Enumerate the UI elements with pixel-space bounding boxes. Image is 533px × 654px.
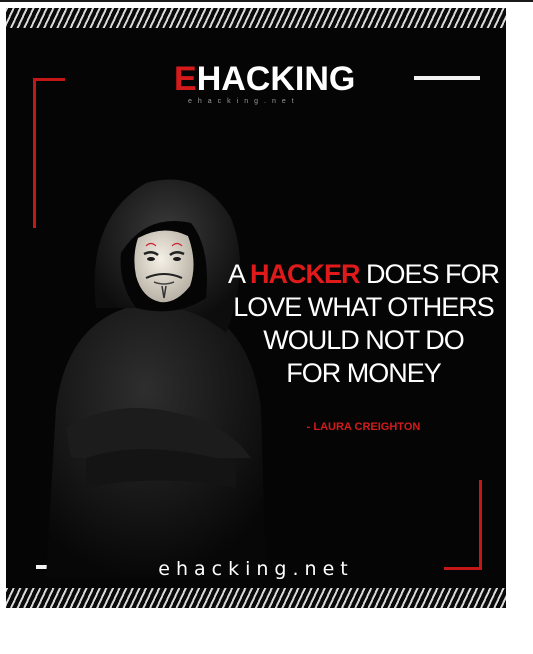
logo-wordmark: EHACKING — [174, 60, 355, 99]
quote-line-3: WOULD NOT DO — [263, 325, 465, 355]
quote-highlight: HACKER — [250, 259, 361, 289]
quote-line-1-a: A — [227, 259, 250, 289]
quote-line-4: FOR MONEY — [286, 358, 442, 388]
frame-top-left-horizontal — [33, 78, 65, 81]
quote-line-2: LOVE WHAT OTHERS — [233, 292, 495, 322]
quote-line-1-b: DOES FOR — [359, 259, 500, 289]
logo-subtext: ehacking.net — [188, 98, 300, 105]
accent-bar-top-right — [414, 76, 480, 80]
logo-prefix: E — [174, 60, 197, 98]
bottom-hatch-strip — [6, 588, 506, 608]
domain-text: ehacking.net — [158, 558, 354, 580]
top-border — [0, 0, 533, 2]
quote-line-1: A HACKER DOES FOR — [226, 258, 501, 291]
logo-word: HACKING — [196, 60, 356, 98]
quote-text: A HACKER DOES FOR LOVE WHAT OTHERS WOULD… — [226, 258, 501, 390]
frame-bottom-right-horizontal — [444, 567, 482, 570]
poster: EHACKING ehacking.net A HACKER DOES FOR … — [6, 8, 506, 608]
ehacking-logo: EHACKING ehacking.net — [174, 60, 355, 112]
quote-author: - LAURA CREIGHTON — [306, 421, 421, 433]
top-hatch-strip — [6, 8, 506, 28]
frame-bottom-right-vertical — [479, 480, 482, 570]
